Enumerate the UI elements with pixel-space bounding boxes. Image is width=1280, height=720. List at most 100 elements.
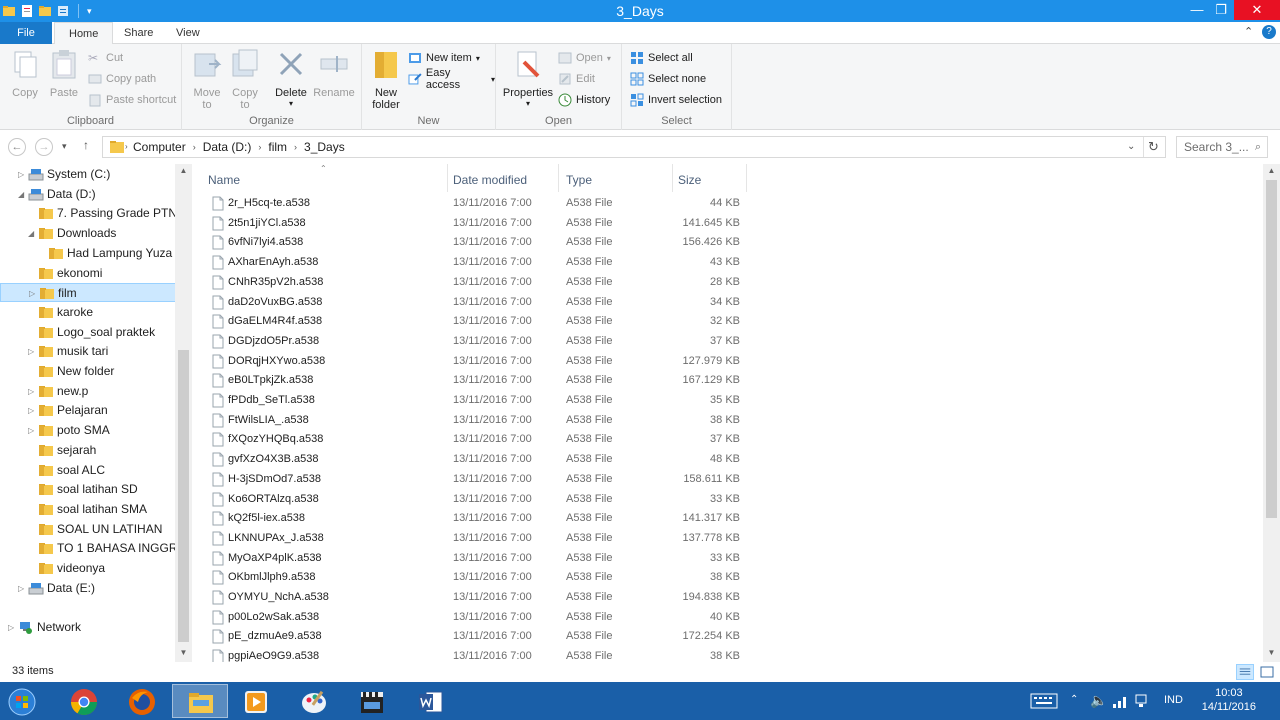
nav-tree-item[interactable]: videonya — [0, 559, 176, 578]
breadcrumb-chevron-icon[interactable]: › — [258, 137, 261, 157]
invert-selection-button[interactable]: Invert selection — [630, 91, 722, 109]
scroll-up-icon[interactable]: ▲ — [1263, 166, 1280, 175]
scroll-down-icon[interactable]: ▼ — [1263, 648, 1280, 657]
nav-tree-item[interactable]: ekonomi — [0, 264, 176, 283]
expand-arrow-icon[interactable]: ▷ — [28, 421, 38, 440]
taskbar-firefox[interactable] — [114, 684, 170, 718]
expand-arrow-icon[interactable]: ▷ — [28, 401, 38, 420]
file-row[interactable]: FtWilsLIA_.a538 13/11/2016 7:00 A538 File 3… — [206, 411, 766, 430]
file-row[interactable]: pE_dzmuAe9.a538 13/11/2016 7:00 A538 File 1… — [206, 627, 766, 646]
file-row[interactable]: p00Lo2wSak.a538 13/11/2016 7:00 A538 File 4… — [206, 608, 766, 627]
nav-tree-item[interactable]: Had Lampung Yuza R — [0, 244, 176, 263]
nav-scroll-thumb[interactable] — [178, 350, 189, 642]
select-all-button[interactable]: Select all — [630, 49, 693, 67]
nav-tree-item[interactable]: ▷ poto SMA — [0, 421, 176, 440]
column-header-date-modified[interactable]: Date modified — [453, 170, 527, 190]
nav-tree-item[interactable]: New folder — [0, 362, 176, 381]
taskbar-word[interactable] — [402, 684, 458, 718]
nav-tree-item[interactable]: ▷ Network — [0, 618, 176, 637]
file-row[interactable]: 2r_H5cq-te.a538 13/11/2016 7:00 A538 File 4… — [206, 194, 766, 213]
nav-tree-item[interactable]: ▷ film — [0, 283, 176, 303]
tab-file[interactable]: File — [0, 22, 52, 44]
start-button[interactable] — [0, 684, 48, 718]
properties-button[interactable]: Properties ▾ — [502, 48, 554, 108]
nav-tree-item[interactable]: ◢ Downloads — [0, 224, 176, 243]
expand-arrow-icon[interactable]: ▷ — [29, 284, 39, 301]
nav-tree-item[interactable]: ▷ Pelajaran — [0, 401, 176, 420]
volume-icon[interactable]: 🔈 — [1090, 692, 1107, 709]
file-row[interactable]: OKbmlJlph9.a538 13/11/2016 7:00 A538 File 3… — [206, 568, 766, 587]
column-divider[interactable] — [558, 164, 559, 192]
breadcrumb-computer[interactable]: Computer — [133, 137, 186, 157]
paste-shortcut-button[interactable]: Paste shortcut — [88, 91, 176, 109]
tab-share[interactable]: Share — [110, 22, 167, 44]
edit-button[interactable]: Edit — [558, 70, 595, 88]
history-button[interactable]: History — [558, 91, 610, 109]
file-row[interactable]: kQ2f5l-iex.a538 13/11/2016 7:00 A538 File 1… — [206, 509, 766, 528]
column-divider[interactable] — [746, 164, 747, 192]
maximize-button[interactable]: ❐ — [1206, 0, 1236, 20]
file-row[interactable]: MyOaXP4plK.a538 13/11/2016 7:00 A538 File 3… — [206, 549, 766, 568]
nav-tree-item[interactable]: sejarah — [0, 441, 176, 460]
up-arrow-icon[interactable]: ↑ — [83, 138, 89, 152]
file-row[interactable]: AXharEnAyh.a538 13/11/2016 7:00 A538 File 4… — [206, 253, 766, 272]
taskbar-media-player[interactable] — [228, 684, 284, 718]
tray-expand-icon[interactable]: ⌃ — [1070, 694, 1078, 705]
file-row[interactable]: 2t5n1jiYCl.a538 13/11/2016 7:00 A538 File 1… — [206, 214, 766, 233]
file-row[interactable]: LKNNUPAx_J.a538 13/11/2016 7:00 A538 File 1… — [206, 529, 766, 548]
move-to-button[interactable]: Move to — [190, 48, 224, 111]
breadcrumb-film[interactable]: film — [268, 137, 287, 157]
help-icon[interactable]: ? — [1262, 25, 1276, 39]
file-row[interactable]: pgpiAeO9G9.a538 13/11/2016 7:00 A538 File 3… — [206, 647, 766, 662]
file-row[interactable]: Ko6ORTAlzq.a538 13/11/2016 7:00 A538 File 3… — [206, 490, 766, 509]
new-item-button[interactable]: New item ▾ — [408, 49, 480, 67]
expand-arrow-icon[interactable]: ▷ — [18, 579, 28, 598]
copy-to-button[interactable]: Copy to — [228, 48, 262, 111]
file-row[interactable]: fPDdb_SeTl.a538 13/11/2016 7:00 A538 File 3… — [206, 391, 766, 410]
network-status-icon[interactable] — [1134, 694, 1148, 708]
nav-tree-item[interactable]: ◢ Data (D:) — [0, 185, 176, 204]
refresh-icon[interactable]: ↻ — [1148, 139, 1159, 155]
column-divider[interactable] — [447, 164, 448, 192]
breadcrumb-chevron-icon[interactable]: › — [294, 137, 297, 157]
nav-tree-item[interactable]: soal latihan SD — [0, 480, 176, 499]
column-header-name[interactable]: Name — [208, 170, 240, 190]
scroll-down-icon[interactable]: ▼ — [175, 648, 192, 657]
taskbar-paint[interactable] — [286, 684, 342, 718]
file-row[interactable]: daD2oVuxBG.a538 13/11/2016 7:00 A538 File 3… — [206, 293, 766, 312]
delete-button[interactable]: Delete ▾ — [272, 48, 310, 108]
select-none-button[interactable]: Select none — [630, 70, 706, 88]
expand-arrow-icon[interactable]: ▷ — [8, 618, 18, 637]
forward-button[interactable]: → — [35, 138, 53, 156]
clock[interactable]: 10:03 14/11/2016 — [1202, 686, 1256, 714]
file-list-scrollbar[interactable]: ▲ ▼ — [1263, 164, 1280, 662]
nav-tree-item[interactable]: soal ALC — [0, 461, 176, 480]
copy-path-button[interactable]: Copy path — [88, 70, 156, 88]
nav-tree-item[interactable]: TO 1 BAHASA INGGRIS — [0, 539, 176, 558]
nav-tree-item[interactable]: ▷ new.p — [0, 382, 176, 401]
file-row[interactable]: dGaELM4R4f.a538 13/11/2016 7:00 A538 File 3… — [206, 312, 766, 331]
expand-arrow-icon[interactable]: ▷ — [28, 342, 38, 361]
open-button[interactable]: Open ▾ — [558, 49, 611, 67]
tab-view[interactable]: View — [162, 22, 214, 44]
scroll-up-icon[interactable]: ▲ — [175, 166, 192, 175]
column-header-size[interactable]: Size — [678, 170, 701, 190]
breadcrumb-data-d[interactable]: Data (D:) — [203, 137, 252, 157]
copy-button[interactable]: Copy — [8, 48, 42, 99]
nav-tree-item[interactable]: ▷ musik tari — [0, 342, 176, 361]
new-folder-button[interactable]: New folder — [368, 48, 404, 111]
taskbar-media-player-classic[interactable] — [344, 684, 400, 718]
nav-tree-item[interactable]: ▷ Data (E:) — [0, 579, 176, 598]
address-bar[interactable]: › Computer › Data (D:) › film › 3_Days ⌄… — [102, 136, 1166, 158]
tab-home[interactable]: Home — [54, 22, 114, 45]
easy-access-button[interactable]: Easy access ▾ — [408, 67, 495, 91]
taskbar-chrome[interactable] — [56, 684, 112, 718]
collapse-ribbon-icon[interactable]: ⌃ — [1244, 25, 1253, 38]
language-indicator[interactable]: IND — [1164, 694, 1183, 706]
nav-tree-item[interactable]: karoke — [0, 303, 176, 322]
search-input[interactable]: Search 3_... ⌕ — [1176, 136, 1268, 158]
nav-tree-item[interactable]: soal latihan SMA — [0, 500, 176, 519]
nav-pane-scrollbar[interactable]: ▲ ▼ — [175, 164, 192, 662]
file-row[interactable]: CNhR35pV2h.a538 13/11/2016 7:00 A538 File 2… — [206, 273, 766, 292]
keyboard-icon[interactable] — [1030, 693, 1058, 709]
